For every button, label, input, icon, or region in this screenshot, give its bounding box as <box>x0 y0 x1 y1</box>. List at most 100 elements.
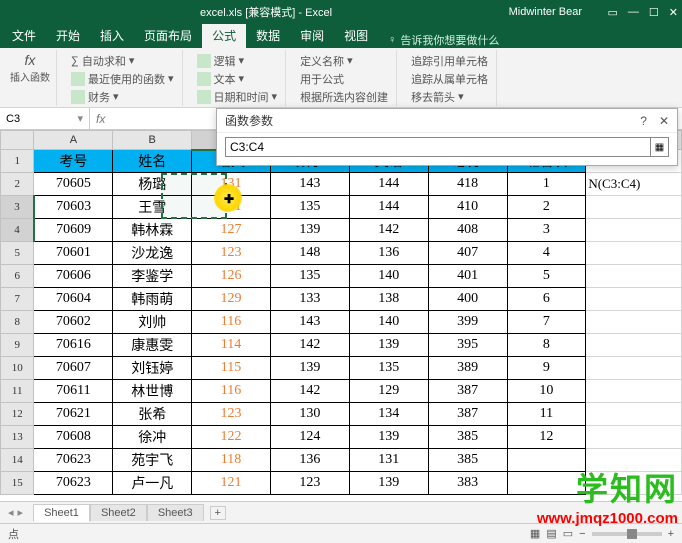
cell[interactable]: 139 <box>349 426 428 449</box>
row-header-15[interactable]: 15 <box>1 472 34 495</box>
cell[interactable]: 136 <box>349 242 428 265</box>
cell[interactable]: 70623 <box>34 472 113 495</box>
cell[interactable]: 142 <box>270 380 349 403</box>
cell[interactable] <box>586 311 682 334</box>
row-header-7[interactable]: 7 <box>1 288 34 311</box>
col-header-B[interactable]: B <box>113 131 192 150</box>
cell[interactable]: 徐冲 <box>113 426 192 449</box>
cell[interactable]: 70609 <box>34 219 113 242</box>
ribbon-options-icon[interactable]: ▭ <box>608 6 618 19</box>
cell[interactable]: 407 <box>428 242 507 265</box>
autosum-button[interactable]: ∑ 自动求和 ▾ <box>69 52 176 70</box>
cell[interactable]: 387 <box>428 403 507 426</box>
cell[interactable]: 410 <box>428 196 507 219</box>
cell[interactable]: 12 <box>507 426 586 449</box>
cell[interactable]: 385 <box>428 449 507 472</box>
trace-precedents-button[interactable]: 追踪引用单元格 <box>409 52 490 70</box>
cell[interactable] <box>586 426 682 449</box>
cell[interactable]: 139 <box>270 357 349 380</box>
remove-arrows-button[interactable]: 移去箭头 ▾ <box>409 88 490 106</box>
logical-button[interactable]: 逻辑 ▾ <box>195 52 280 70</box>
row-header-5[interactable]: 5 <box>1 242 34 265</box>
cell[interactable]: 卢一凡 <box>113 472 192 495</box>
row-header-8[interactable]: 8 <box>1 311 34 334</box>
cell[interactable]: 5 <box>507 265 586 288</box>
cell[interactable]: 139 <box>270 219 349 242</box>
row-header-9[interactable]: 9 <box>1 334 34 357</box>
cell[interactable]: 399 <box>428 311 507 334</box>
row-header-2[interactable]: 2 <box>1 173 34 196</box>
cell[interactable]: 408 <box>428 219 507 242</box>
cell[interactable]: 70603 <box>34 196 113 219</box>
row-header-10[interactable]: 10 <box>1 357 34 380</box>
view-break-icon[interactable]: ▭ <box>563 527 573 540</box>
cell[interactable]: 116 <box>192 380 271 403</box>
cell[interactable]: 123 <box>192 403 271 426</box>
tab-view[interactable]: 视图 <box>334 23 378 48</box>
financial-button[interactable]: 财务 ▾ <box>69 88 176 106</box>
header-cell[interactable]: 考号 <box>34 150 113 173</box>
cell[interactable]: 康惠雯 <box>113 334 192 357</box>
cell[interactable] <box>586 196 682 219</box>
cell[interactable] <box>586 242 682 265</box>
cell[interactable]: 389 <box>428 357 507 380</box>
cell[interactable]: 70616 <box>34 334 113 357</box>
cell[interactable]: 121 <box>192 472 271 495</box>
cell[interactable]: 9 <box>507 357 586 380</box>
cell[interactable]: 123 <box>192 242 271 265</box>
sheet-tab-3[interactable]: Sheet3 <box>147 504 204 521</box>
select-all-corner[interactable] <box>1 131 34 150</box>
add-sheet-button[interactable]: + <box>210 506 226 520</box>
view-layout-icon[interactable]: ▤ <box>546 527 556 540</box>
header-cell[interactable]: 姓名 <box>113 150 192 173</box>
cell[interactable] <box>586 219 682 242</box>
cell[interactable] <box>586 357 682 380</box>
cell[interactable]: 6 <box>507 288 586 311</box>
cell[interactable] <box>586 449 682 472</box>
tab-insert[interactable]: 插入 <box>90 23 134 48</box>
cell[interactable]: 70604 <box>34 288 113 311</box>
cell[interactable]: 139 <box>349 334 428 357</box>
close-icon[interactable]: ✕ <box>669 6 678 19</box>
cell[interactable] <box>586 403 682 426</box>
cell[interactable]: 143 <box>270 311 349 334</box>
cell[interactable]: 70607 <box>34 357 113 380</box>
zoom-out-icon[interactable]: − <box>579 528 585 540</box>
cell[interactable]: 131 <box>192 196 271 219</box>
cell[interactable] <box>586 265 682 288</box>
cell[interactable] <box>507 449 586 472</box>
tab-data[interactable]: 数据 <box>246 23 290 48</box>
cell[interactable] <box>507 472 586 495</box>
cell[interactable]: 70621 <box>34 403 113 426</box>
cell[interactable]: 140 <box>349 311 428 334</box>
insert-function-button[interactable]: fx插入函数 <box>10 52 50 84</box>
recent-button[interactable]: 最近使用的函数 ▾ <box>69 70 176 88</box>
cell[interactable]: 70623 <box>34 449 113 472</box>
zoom-in-icon[interactable]: + <box>668 528 674 540</box>
row-header-11[interactable]: 11 <box>1 380 34 403</box>
cell[interactable]: 7 <box>507 311 586 334</box>
sheet-tab-2[interactable]: Sheet2 <box>90 504 147 521</box>
cell[interactable]: 70608 <box>34 426 113 449</box>
col-header-A[interactable]: A <box>34 131 113 150</box>
range-input[interactable] <box>225 137 651 157</box>
cell[interactable]: 387 <box>428 380 507 403</box>
cell[interactable]: 400 <box>428 288 507 311</box>
cell[interactable]: 4 <box>507 242 586 265</box>
dialog-help-icon[interactable]: ? <box>640 114 647 128</box>
cell[interactable]: 114 <box>192 334 271 357</box>
cell[interactable]: 383 <box>428 472 507 495</box>
maximize-icon[interactable]: ☐ <box>649 6 659 19</box>
view-normal-icon[interactable]: ▦ <box>530 527 540 540</box>
cell[interactable]: 王雪 <box>113 196 192 219</box>
cell[interactable]: 418 <box>428 173 507 196</box>
cell[interactable] <box>586 288 682 311</box>
row-header-13[interactable]: 13 <box>1 426 34 449</box>
zoom-controls[interactable]: ▦ ▤ ▭ − + <box>530 527 674 540</box>
cell[interactable]: 李鉴学 <box>113 265 192 288</box>
cell[interactable]: 杨璐 <box>113 173 192 196</box>
cell[interactable]: 115 <box>192 357 271 380</box>
cell[interactable]: 10 <box>507 380 586 403</box>
cell[interactable]: 3 <box>507 219 586 242</box>
row-header-3[interactable]: 3 <box>1 196 34 219</box>
